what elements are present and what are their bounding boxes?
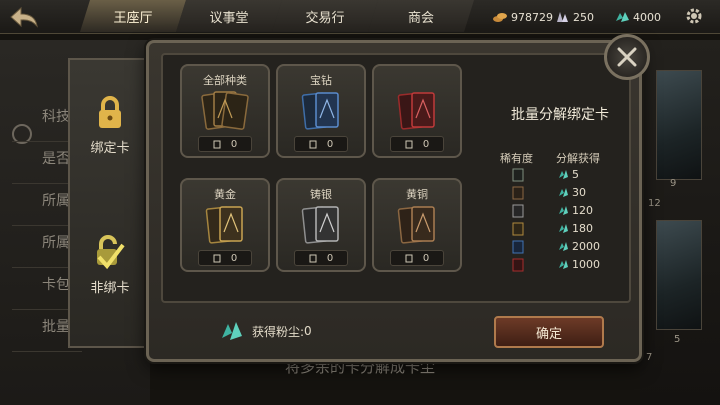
card-count-icon bbox=[405, 140, 413, 148]
rarity-card-icon bbox=[512, 257, 524, 272]
rarity-card-icon bbox=[512, 221, 524, 236]
tab-bound-cards[interactable]: 绑定卡 bbox=[70, 70, 150, 180]
slot-count-value: 0 bbox=[230, 138, 238, 150]
crystal-icon bbox=[557, 12, 568, 22]
bronze-card-icon bbox=[397, 206, 435, 244]
slot-count-value: 0 bbox=[422, 252, 430, 264]
slot-count: 0 bbox=[390, 136, 444, 152]
card-dust-icon bbox=[559, 205, 568, 215]
unlocked-check-icon bbox=[97, 234, 125, 269]
card-dust-icon bbox=[559, 187, 568, 197]
tab-unbound-cards[interactable]: 非绑卡 bbox=[70, 210, 150, 320]
reward-value: 180 bbox=[572, 221, 593, 235]
slot-count: 0 bbox=[198, 136, 252, 152]
rarity-card-icon bbox=[512, 203, 524, 218]
tab-throne-hall[interactable]: 王座厅 bbox=[80, 0, 186, 32]
silver-card-icon bbox=[301, 206, 339, 244]
card-dust-amount: 4000 bbox=[633, 10, 661, 24]
tab-bound-cards-label: 绑定卡 bbox=[90, 140, 130, 156]
crystal-resource: 250 bbox=[554, 8, 594, 26]
card-stack-icon bbox=[201, 91, 249, 130]
slot-count-value: 0 bbox=[326, 252, 334, 264]
background-card bbox=[656, 70, 702, 180]
slot-count-value: 0 bbox=[230, 252, 238, 264]
rarity-card-icon bbox=[512, 167, 524, 182]
card-count-icon bbox=[309, 254, 317, 262]
background-right-panel: 9 12 5 7 bbox=[640, 40, 720, 405]
dust-obtained-label: 获得粉尘: bbox=[252, 324, 305, 339]
diamond-card-icon bbox=[301, 92, 339, 130]
slot-name: 铸银 bbox=[310, 188, 332, 201]
slot-count-value: 0 bbox=[422, 138, 430, 150]
slot-count: 0 bbox=[390, 250, 444, 266]
tab-chamber-of-commerce[interactable]: 商会 bbox=[368, 0, 474, 32]
dust-obtained-value: 0 bbox=[304, 324, 312, 338]
slot-name: 全部种类 bbox=[203, 74, 247, 87]
background-card-count: 12 bbox=[648, 198, 661, 209]
gold-coin-icon bbox=[493, 13, 507, 22]
slot-bronze[interactable]: 黄铜 0 bbox=[372, 178, 462, 272]
red-card-icon bbox=[397, 92, 435, 130]
slot-count: 0 bbox=[294, 250, 348, 266]
reward-row: 120 bbox=[558, 203, 593, 217]
gold-resource: 978729 bbox=[492, 8, 553, 26]
crystal-amount: 250 bbox=[573, 10, 594, 24]
reward-value: 5 bbox=[572, 167, 579, 181]
reward-row: 2000 bbox=[558, 239, 600, 253]
card-dust-icon bbox=[616, 12, 629, 22]
gold-card-icon bbox=[205, 206, 243, 244]
slot-gold[interactable]: 黄金 0 bbox=[180, 178, 270, 272]
rarity-card-icon bbox=[512, 185, 524, 200]
card-count-icon bbox=[405, 254, 413, 262]
slot-name: 黄金 bbox=[214, 188, 236, 201]
dust-obtained: 获得粉尘: 0 bbox=[220, 320, 312, 342]
reward-value: 30 bbox=[572, 185, 586, 199]
slot-count-value: 0 bbox=[326, 138, 334, 150]
slot-count: 0 bbox=[294, 136, 348, 152]
slot-silver[interactable]: 铸银 0 bbox=[276, 178, 366, 272]
slot-red[interactable]: 0 bbox=[372, 64, 462, 158]
dialog-title: 批量分解绑定卡 bbox=[511, 107, 609, 123]
card-count-icon bbox=[309, 140, 317, 148]
back-button[interactable] bbox=[6, 4, 42, 30]
card-type-tab-panel: 绑定卡 非绑卡 bbox=[68, 58, 150, 348]
slot-name: 宝钻 bbox=[310, 74, 332, 87]
card-dust-icon bbox=[222, 322, 242, 340]
lock-icon bbox=[99, 95, 121, 128]
reward-value: 1000 bbox=[572, 257, 600, 271]
tab-unbound-cards-label: 非绑卡 bbox=[90, 280, 130, 296]
card-dust-icon bbox=[559, 223, 568, 233]
background-card bbox=[656, 220, 702, 330]
card-dust-icon bbox=[559, 259, 568, 269]
card-dust-icon bbox=[559, 241, 568, 251]
reward-value: 120 bbox=[572, 203, 593, 217]
card-count-icon bbox=[213, 254, 221, 262]
confirm-button[interactable]: 确定 bbox=[494, 316, 604, 348]
gear-icon[interactable] bbox=[684, 6, 704, 26]
slot-name: 黄铜 bbox=[406, 188, 428, 201]
card-dust-resource: 4000 bbox=[614, 8, 661, 26]
slot-diamond[interactable]: 宝钻 0 bbox=[276, 64, 366, 158]
reward-value: 2000 bbox=[572, 239, 600, 253]
background-card-count: 5 bbox=[674, 334, 681, 345]
reward-column-header: 分解获得 bbox=[556, 152, 600, 165]
reward-row: 180 bbox=[558, 221, 593, 235]
card-count-icon bbox=[213, 140, 221, 148]
slot-all-types[interactable]: 全部种类 0 bbox=[180, 64, 270, 158]
card-dust-icon bbox=[559, 169, 568, 179]
slot-count: 0 bbox=[198, 250, 252, 266]
tab-council-hall[interactable]: 议事堂 bbox=[176, 0, 282, 32]
tab-trading-house[interactable]: 交易行 bbox=[272, 0, 378, 32]
back-arrow-icon bbox=[10, 6, 38, 28]
background-card-count: 9 bbox=[670, 178, 677, 189]
close-button[interactable] bbox=[604, 34, 650, 80]
close-icon bbox=[617, 47, 637, 67]
gold-amount: 978729 bbox=[511, 10, 553, 24]
top-bar: 王座厅 议事堂 交易行 商会 978729 250 4000 bbox=[0, 0, 720, 34]
rarity-card-icon bbox=[512, 239, 524, 254]
rarity-column-header: 稀有度 bbox=[500, 152, 533, 165]
reward-row: 1000 bbox=[558, 257, 600, 271]
reward-row: 30 bbox=[558, 185, 586, 199]
reward-row: 5 bbox=[558, 167, 579, 181]
